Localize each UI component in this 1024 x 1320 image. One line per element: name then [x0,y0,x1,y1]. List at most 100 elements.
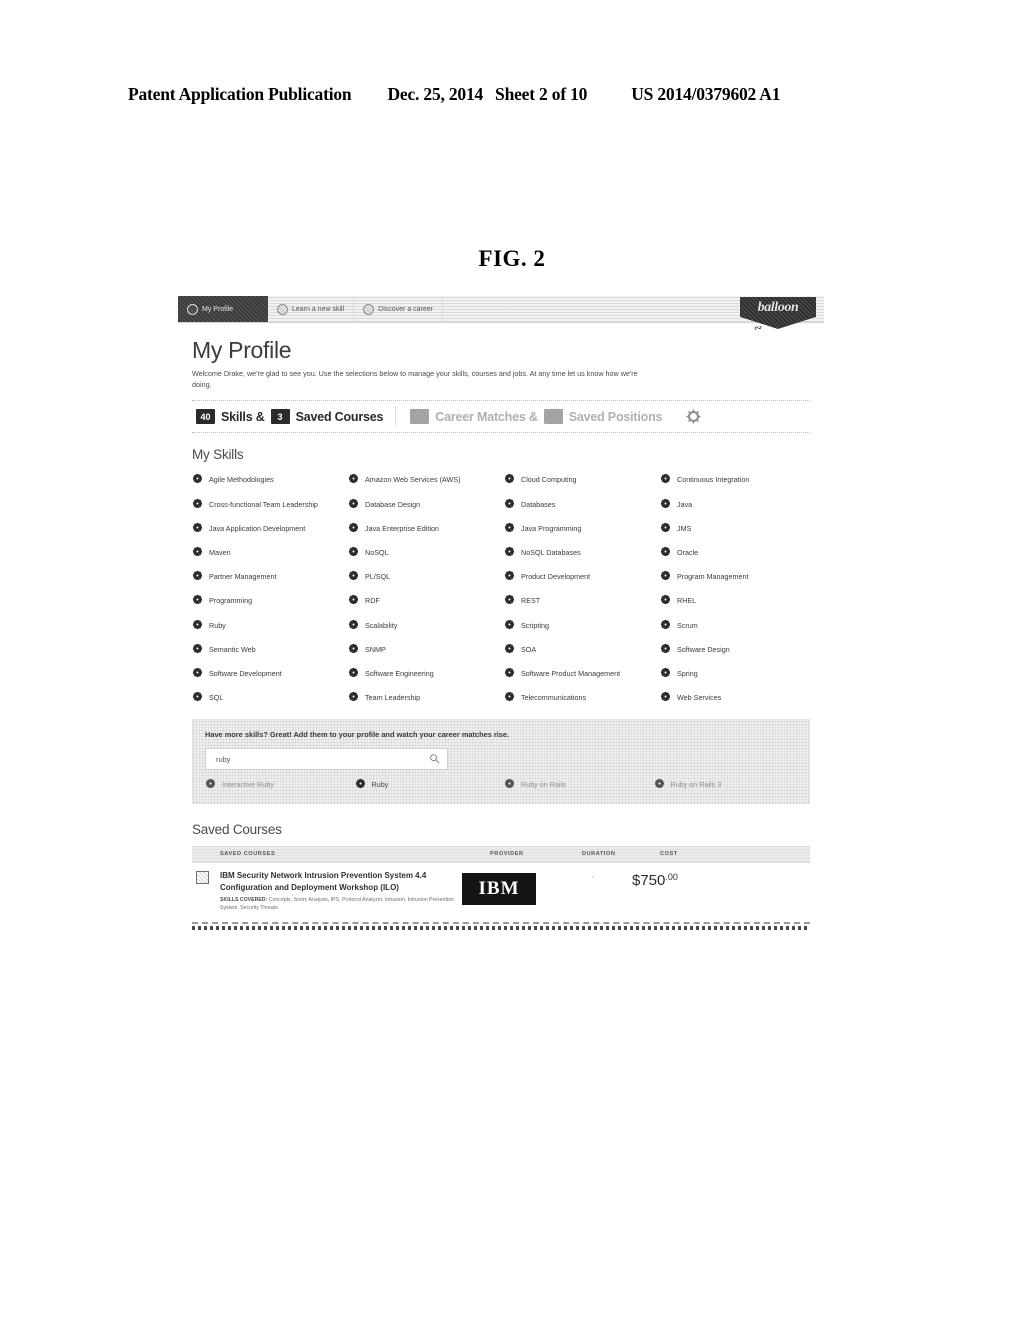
skill-item[interactable]: Scrum [660,619,810,631]
skill-label: Scrum [677,620,698,630]
skill-label: NoSQL Databases [521,547,581,557]
skill-suggestion-item[interactable]: Ruby on Rails 3 [654,778,798,789]
skill-item[interactable]: PL/SQL [348,571,498,582]
skill-item[interactable]: Maven [192,546,342,558]
circle-icon [187,303,198,315]
skill-item[interactable]: Agile Methodologies [192,474,342,485]
skill-item[interactable]: Semantic Web [192,643,342,655]
skill-flower-icon [192,474,203,484]
skill-label: Java Application Development [209,523,306,533]
saved-courses-title: Saved Courses [192,822,282,837]
ibm-logo-text: IBM [478,878,520,899]
skill-item[interactable]: JMS [660,522,810,534]
skill-item[interactable]: Continuous Integration [660,474,810,485]
skill-item[interactable]: Cloud Computing [504,474,654,485]
skill-label: SQL [209,693,224,703]
skill-item[interactable]: Web Services [660,692,810,703]
skill-item[interactable]: Software Product Management [504,667,654,679]
skill-item[interactable]: RHEL [660,595,810,606]
skill-item[interactable]: NoSQL [348,546,498,558]
skill-item[interactable]: Partner Management [192,571,342,582]
skill-flower-icon [504,522,515,532]
skill-item[interactable]: Scalability [348,619,498,631]
skill-flower-icon [205,778,216,789]
skill-item[interactable]: Amazon Web Services (AWS) [348,474,498,485]
skill-item[interactable]: Team Leadership [348,692,498,703]
course-cost-cents: .00 [665,872,678,882]
application-screenshot: My Profile Learn a new skill Discover a … [178,296,824,1108]
skill-flower-icon [660,522,671,532]
skill-flower-icon [348,643,359,653]
skill-item[interactable]: REST [504,595,654,606]
skill-search-box[interactable] [205,748,448,770]
skill-label: Agile Methodologies [209,475,274,485]
skill-search-input[interactable] [214,753,408,765]
skill-label: Team Leadership [365,693,421,703]
nav-item-learn-a-new-skill[interactable]: Learn a new skill [268,296,355,322]
skill-item[interactable]: Product Development [504,571,654,582]
skill-item[interactable]: NoSQL Databases [504,546,654,558]
skill-item[interactable]: Scripting [504,619,654,631]
skill-flower-icon [192,643,203,653]
skill-item[interactable]: Ruby [192,619,342,631]
nav-item-my-profile[interactable]: My Profile [178,296,268,322]
skill-flower-icon [192,571,203,581]
skill-item[interactable]: Software Development [192,667,342,679]
skill-item[interactable]: Telecommunications [504,692,654,703]
skill-label: Spring [677,669,698,679]
skill-flower-icon [660,619,671,629]
brand-logo[interactable]: balloon ∾ [740,297,816,343]
skill-label: Product Development [521,572,591,582]
tab-skills-and-saved-courses[interactable]: 40 Skills & 3 Saved Courses [192,407,395,426]
skill-item[interactable]: Programming [192,595,342,606]
skill-item[interactable]: Java [660,498,810,510]
skill-label: Java Programming [521,523,582,533]
skill-label: Ruby [209,620,226,630]
skill-item[interactable]: Software Design [660,643,810,655]
saved-courses-count-badge: 3 [270,409,290,425]
skill-label: Cloud Computing [521,475,577,485]
skill-item[interactable]: Database Design [348,498,498,510]
skill-item[interactable]: Java Enterprise Edition [348,522,498,534]
skill-flower-icon [660,667,671,678]
skill-item[interactable]: SOA [504,643,654,655]
skill-flower-icon [504,595,515,605]
course-checkbox[interactable] [196,871,209,884]
skill-item[interactable]: Databases [504,498,654,510]
skill-flower-icon [660,474,671,484]
skill-flower-icon [348,692,359,702]
nav-item-discover-a-career[interactable]: Discover a career [354,296,443,322]
skill-suggestion-item[interactable]: Ruby on Rails [504,778,648,789]
ibm-logo: IBM [462,873,536,905]
gear-icon[interactable] [686,409,701,424]
skill-item[interactable]: Java Programming [504,522,654,534]
skill-item[interactable]: SNMP [348,643,498,655]
skill-label: Telecommunications [521,693,587,703]
table-row[interactable]: IBM Security Network Intrusion Preventio… [192,863,810,924]
patent-date: Dec. 25, 2014 [387,84,484,104]
skill-item[interactable]: Oracle [660,546,810,558]
skill-item[interactable]: Program Management [660,571,810,582]
skill-item[interactable]: Software Engineering [348,667,498,679]
skill-label: Java [677,499,693,509]
brand-tail-icon: ∾ [753,322,764,335]
tab-label-career-matches: Career Matches & [435,409,538,424]
skill-item[interactable]: Spring [660,667,810,679]
skill-item[interactable]: SQL [192,692,342,703]
skill-item[interactable]: Cross-functional Team Leadership [192,498,342,510]
skill-suggestion-label: Ruby on Rails 3 [670,779,722,789]
patent-publication-label: Patent Application Publication [128,84,352,104]
skill-item[interactable]: RDF [348,595,498,606]
skill-item[interactable]: Java Application Development [192,522,342,534]
skill-flower-icon [348,571,359,581]
skill-suggestions: Interactive Ruby Ruby Ruby on Rails Ruby on… [205,778,798,789]
skill-flower-icon [504,498,515,508]
skill-label: SOA [521,644,537,654]
search-icon[interactable] [429,753,440,764]
skill-suggestion-item[interactable]: Interactive Ruby [205,778,349,789]
skill-suggestion-item[interactable]: Ruby [355,778,499,789]
skill-flower-icon [504,546,515,557]
nav-item-label: Learn a new skill [292,305,345,313]
tab-career-matches-and-saved-positions[interactable]: Career Matches & Saved Positions [395,407,674,427]
course-cost: $750.00 [632,870,722,889]
